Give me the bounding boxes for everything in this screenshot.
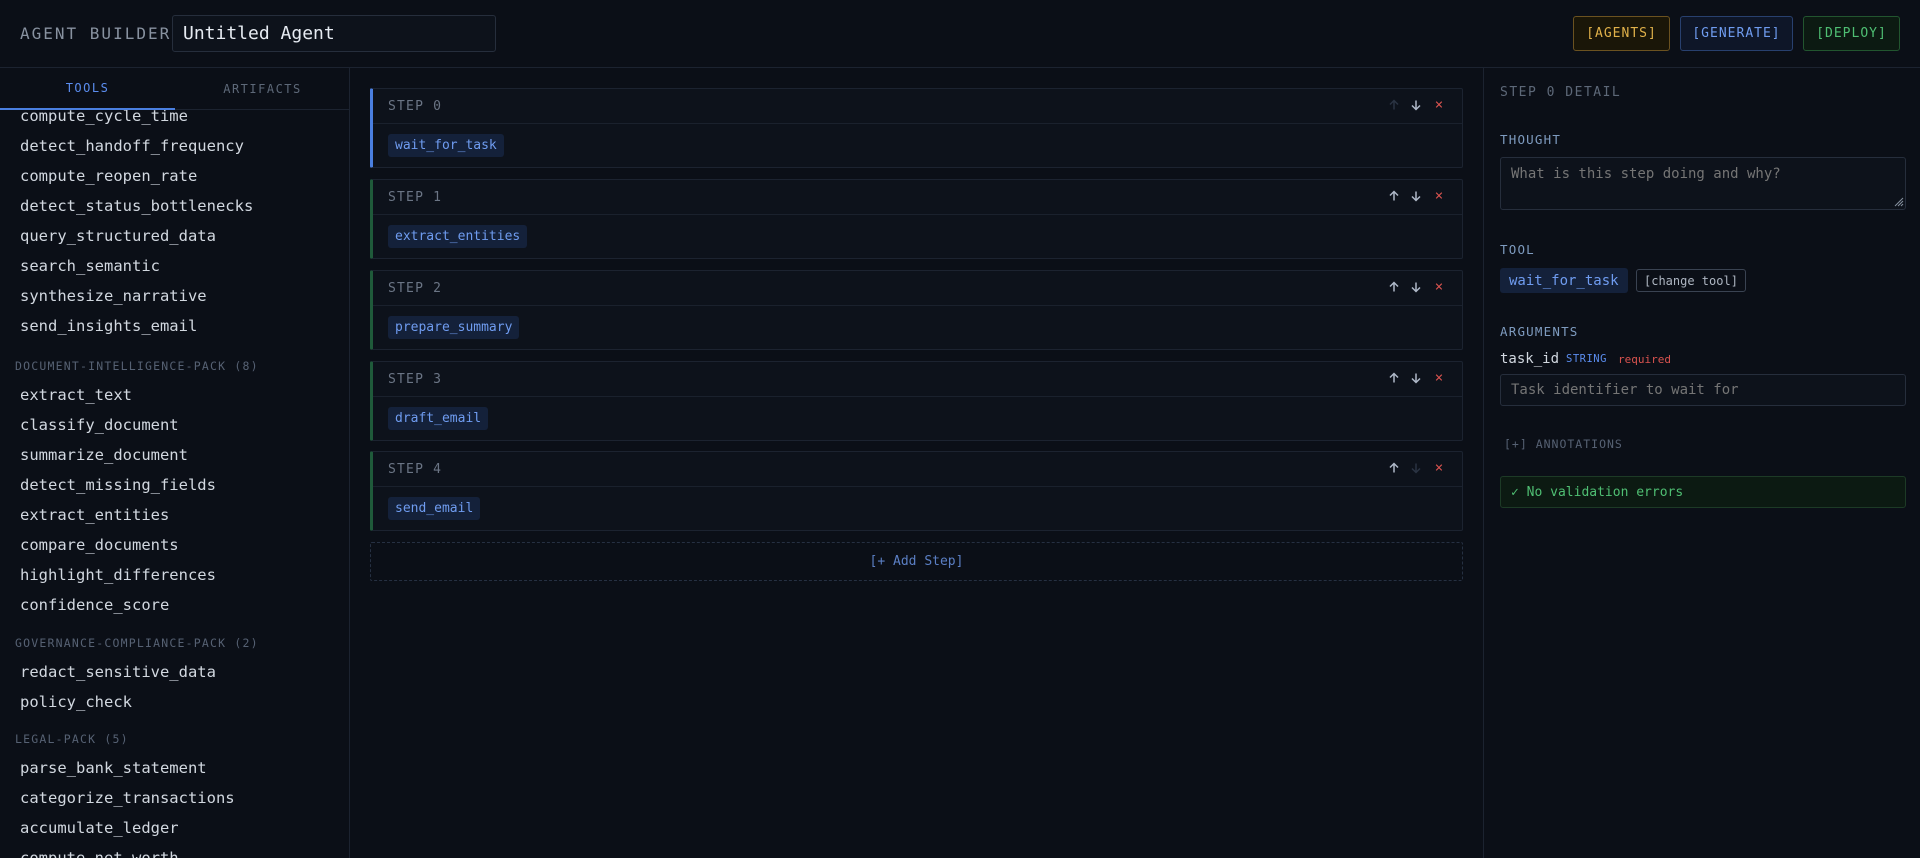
- steps-canvas: STEP 0 × wait_for_task STEP 1 × extract_…: [350, 68, 1483, 858]
- delete-step-icon[interactable]: ×: [1430, 459, 1448, 477]
- validation-status: ✓ No validation errors: [1500, 476, 1906, 508]
- agents-button[interactable]: [AGENTS]: [1573, 16, 1670, 51]
- task-id-input[interactable]: [1500, 374, 1906, 406]
- group-header-document-intelligence: DOCUMENT-INTELLIGENCE-PACK (8): [15, 359, 259, 373]
- move-down-icon[interactable]: [1407, 459, 1425, 477]
- tool-item[interactable]: detect_missing_fields: [20, 476, 216, 494]
- move-up-icon[interactable]: [1385, 96, 1403, 114]
- app-title: AGENT BUILDER: [20, 24, 172, 43]
- move-up-icon[interactable]: [1385, 187, 1403, 205]
- step-tool-pill: prepare_summary: [388, 316, 520, 339]
- tool-item[interactable]: detect_handoff_frequency: [20, 137, 244, 155]
- step-tool-pill: wait_for_task: [388, 134, 504, 157]
- tool-item[interactable]: classify_document: [20, 416, 179, 434]
- move-down-icon[interactable]: [1407, 278, 1425, 296]
- tool-item[interactable]: extract_text: [20, 386, 132, 404]
- delete-step-icon[interactable]: ×: [1430, 369, 1448, 387]
- step-tool-pill: send_email: [388, 497, 481, 520]
- move-down-icon[interactable]: [1407, 187, 1425, 205]
- tool-item[interactable]: detect_status_bottlenecks: [20, 197, 253, 215]
- tab-tools[interactable]: TOOLS: [0, 68, 175, 110]
- tool-item[interactable]: compute_net_worth: [20, 849, 179, 858]
- tab-artifacts[interactable]: ARTIFACTS: [175, 68, 349, 110]
- delete-step-icon[interactable]: ×: [1430, 96, 1448, 114]
- step-card[interactable]: STEP 3 × draft_email: [370, 361, 1463, 441]
- tool-item[interactable]: accumulate_ledger: [20, 819, 179, 837]
- step-card[interactable]: STEP 0 × wait_for_task: [370, 88, 1463, 168]
- move-up-icon[interactable]: [1385, 459, 1403, 477]
- move-up-icon[interactable]: [1385, 369, 1403, 387]
- step-card[interactable]: STEP 1 × extract_entities: [370, 179, 1463, 259]
- tool-item[interactable]: redact_sensitive_data: [20, 663, 216, 681]
- resize-grip-icon[interactable]: [1894, 197, 1904, 207]
- tool-list[interactable]: compute_cycle_time detect_handoff_freque…: [0, 110, 349, 858]
- tool-label: TOOL: [1500, 242, 1535, 257]
- step-tool-pill: extract_entities: [388, 225, 528, 248]
- add-step-button[interactable]: [+ Add Step]: [370, 542, 1463, 581]
- tool-item[interactable]: compute_reopen_rate: [20, 167, 197, 185]
- thought-label: THOUGHT: [1500, 132, 1562, 147]
- move-down-icon[interactable]: [1407, 369, 1425, 387]
- step-label: STEP 4: [388, 462, 443, 477]
- move-up-icon[interactable]: [1385, 278, 1403, 296]
- argument-required-badge: required: [1618, 353, 1671, 366]
- tool-item[interactable]: synthesize_narrative: [20, 287, 207, 305]
- tool-item[interactable]: categorize_transactions: [20, 789, 235, 807]
- tool-item[interactable]: query_structured_data: [20, 227, 216, 245]
- step-label: STEP 1: [388, 190, 443, 205]
- tool-item[interactable]: parse_bank_statement: [20, 759, 207, 777]
- deploy-button[interactable]: [DEPLOY]: [1803, 16, 1900, 51]
- detail-title: STEP 0 DETAIL: [1500, 85, 1622, 100]
- delete-step-icon[interactable]: ×: [1430, 278, 1448, 296]
- step-label: STEP 2: [388, 281, 443, 296]
- step-header: STEP 4 ×: [373, 452, 1462, 487]
- step-header: STEP 0 ×: [373, 89, 1462, 124]
- step-card[interactable]: STEP 4 × send_email: [370, 451, 1463, 531]
- arguments-label: ARGUMENTS: [1500, 324, 1579, 339]
- tools-sidebar: TOOLS ARTIFACTS compute_cycle_time detec…: [0, 68, 350, 858]
- step-header: STEP 3 ×: [373, 362, 1462, 397]
- step-card[interactable]: STEP 2 × prepare_summary: [370, 270, 1463, 350]
- thought-textarea[interactable]: [1500, 157, 1906, 210]
- tool-item[interactable]: compare_documents: [20, 536, 179, 554]
- argument-type-badge: STRING: [1566, 353, 1607, 365]
- argument-name: task_id: [1500, 351, 1560, 367]
- group-header-legal: LEGAL-PACK (5): [15, 732, 129, 746]
- tool-item[interactable]: compute_cycle_time: [20, 110, 188, 125]
- tool-item[interactable]: confidence_score: [20, 596, 169, 614]
- header: AGENT BUILDER [AGENTS] [GENERATE] [DEPLO…: [0, 0, 1920, 68]
- tool-item[interactable]: extract_entities: [20, 506, 169, 524]
- sidebar-tabs: TOOLS ARTIFACTS: [0, 68, 349, 110]
- tool-item[interactable]: search_semantic: [20, 257, 160, 275]
- step-label: STEP 0: [388, 99, 443, 114]
- step-tool-pill: draft_email: [388, 407, 489, 430]
- group-header-governance-compliance: GOVERNANCE-COMPLIANCE-PACK (2): [15, 636, 259, 650]
- step-detail-panel: STEP 0 DETAIL THOUGHT TOOL wait_for_task…: [1483, 68, 1920, 858]
- generate-button[interactable]: [GENERATE]: [1680, 16, 1793, 51]
- tool-item[interactable]: policy_check: [20, 693, 132, 711]
- step-label: STEP 3: [388, 372, 443, 387]
- selected-tool-chip: wait_for_task: [1500, 268, 1628, 293]
- agent-name-input[interactable]: [172, 15, 496, 52]
- tool-item[interactable]: send_insights_email: [20, 317, 197, 335]
- annotations-toggle[interactable]: [+] ANNOTATIONS: [1504, 437, 1623, 451]
- tool-item[interactable]: summarize_document: [20, 446, 188, 464]
- change-tool-button[interactable]: [change tool]: [1636, 269, 1746, 292]
- step-header: STEP 2 ×: [373, 271, 1462, 306]
- delete-step-icon[interactable]: ×: [1430, 187, 1448, 205]
- move-down-icon[interactable]: [1407, 96, 1425, 114]
- step-header: STEP 1 ×: [373, 180, 1462, 215]
- tool-item[interactable]: highlight_differences: [20, 566, 216, 584]
